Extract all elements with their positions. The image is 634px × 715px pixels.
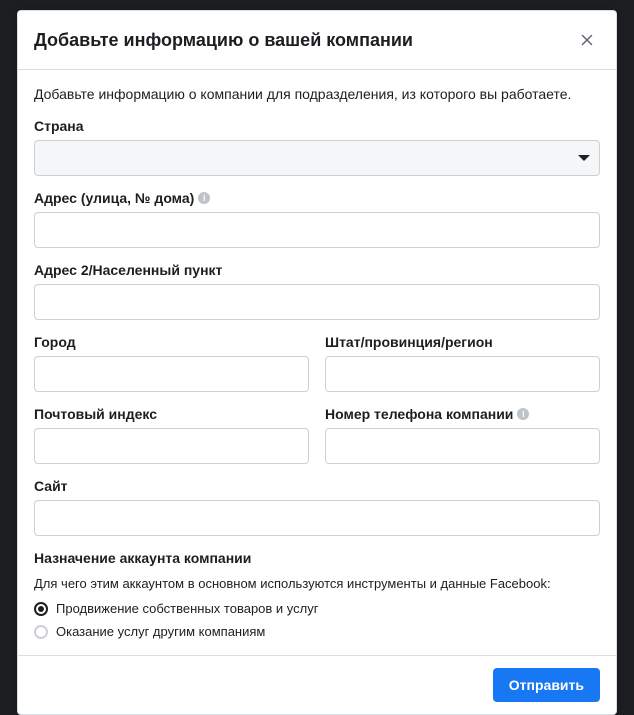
submit-button[interactable]: Отправить xyxy=(493,668,600,702)
close-icon xyxy=(578,31,596,49)
website-label: Сайт xyxy=(34,478,600,494)
website-input[interactable] xyxy=(34,500,600,536)
state-label: Штат/провинция/регион xyxy=(325,334,600,350)
radio-label: Оказание услуг другим компаниям xyxy=(56,624,265,639)
state-input[interactable] xyxy=(325,356,600,392)
address2-input[interactable] xyxy=(34,284,600,320)
modal-description: Добавьте информацию о компании для подра… xyxy=(34,86,600,102)
country-label: Страна xyxy=(34,118,600,134)
website-group: Сайт xyxy=(34,478,600,536)
address1-label: Адрес (улица, № дома) i xyxy=(34,190,600,206)
purpose-option-own[interactable]: Продвижение собственных товаров и услуг xyxy=(34,601,600,616)
postal-input[interactable] xyxy=(34,428,309,464)
purpose-option-other[interactable]: Оказание услуг другим компаниям xyxy=(34,624,600,639)
info-icon[interactable]: i xyxy=(198,192,210,204)
city-state-row: Город Штат/провинция/регион xyxy=(34,334,600,406)
modal-header: Добавьте информацию о вашей компании xyxy=(18,11,616,70)
phone-group: Номер телефона компании i xyxy=(325,406,600,464)
purpose-question: Для чего этим аккаунтом в основном испол… xyxy=(34,576,600,591)
radio-icon xyxy=(34,602,48,616)
info-icon[interactable]: i xyxy=(517,408,529,420)
purpose-heading: Назначение аккаунта компании xyxy=(34,550,600,566)
phone-input[interactable] xyxy=(325,428,600,464)
address2-label: Адрес 2/Населенный пункт xyxy=(34,262,600,278)
modal-body: Добавьте информацию о компании для подра… xyxy=(18,70,616,655)
purpose-radio-group: Продвижение собственных товаров и услуг … xyxy=(34,601,600,639)
address1-input[interactable] xyxy=(34,212,600,248)
radio-label: Продвижение собственных товаров и услуг xyxy=(56,601,318,616)
company-info-modal: Добавьте информацию о вашей компании Доб… xyxy=(17,10,617,715)
modal-title: Добавьте информацию о вашей компании xyxy=(34,30,413,51)
radio-icon xyxy=(34,625,48,639)
phone-label: Номер телефона компании i xyxy=(325,406,600,422)
postal-label: Почтовый индекс xyxy=(34,406,309,422)
city-input[interactable] xyxy=(34,356,309,392)
country-select[interactable] xyxy=(34,140,600,176)
close-button[interactable] xyxy=(574,27,600,53)
state-group: Штат/провинция/регион xyxy=(325,334,600,392)
city-group: Город xyxy=(34,334,309,392)
country-select-wrapper xyxy=(34,140,600,176)
postal-phone-row: Почтовый индекс Номер телефона компании … xyxy=(34,406,600,478)
city-label: Город xyxy=(34,334,309,350)
modal-footer: Отправить xyxy=(18,655,616,714)
postal-group: Почтовый индекс xyxy=(34,406,309,464)
address1-group: Адрес (улица, № дома) i xyxy=(34,190,600,248)
address2-group: Адрес 2/Населенный пункт xyxy=(34,262,600,320)
country-group: Страна xyxy=(34,118,600,176)
